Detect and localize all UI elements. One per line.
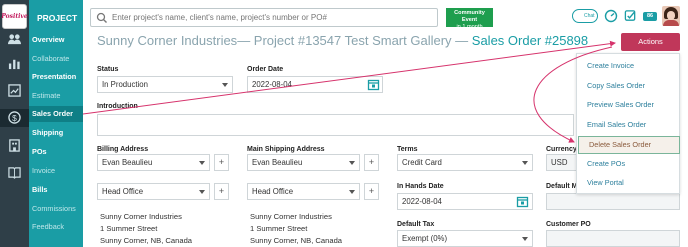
terms-select[interactable]: Credit Card [397,154,533,171]
menu-item-preview-sales-order[interactable]: Preview Sales Order [577,97,681,113]
sidebar-item-feedback[interactable]: Feedback [32,219,110,235]
billing-location-value: Head Office [102,187,144,196]
book-icon[interactable] [7,166,22,179]
sidebar-item-collaborate[interactable]: Collaborate [32,51,110,67]
default-margin-field[interactable] [546,193,680,210]
shipping-location-select[interactable]: Head Office [247,183,360,200]
status-label: Status [97,66,119,73]
billing-contact-select[interactable]: Evan Beaulieu [97,154,210,171]
notification-badge[interactable]: 86 [643,12,657,21]
chevron-down-icon [199,161,205,165]
billing-address-label: Billing Address [97,146,149,153]
chevron-down-icon [349,161,355,165]
actions-dropdown-menu: Create Invoice Copy Sales Order Preview … [576,53,680,194]
order-date-label: Order Date [247,66,284,73]
terms-value: Credit Card [402,158,442,167]
company-name[interactable]: Sunny Corner Industries [97,33,237,48]
chat-button[interactable]: Chat [572,9,598,23]
building-icon[interactable] [7,139,22,152]
chevron-down-icon [222,83,228,87]
currency-value: USD [551,158,568,167]
shipping-address-text: Sunny Corner Industries 1 Summer Street … [250,211,342,247]
chevron-down-icon [349,190,355,194]
in-hands-date-label: In Hands Date [397,183,444,190]
shipping-location-value: Head Office [252,187,294,196]
menu-item-create-pos[interactable]: Create POs [577,156,681,172]
default-tax-select[interactable]: Exempt (0%) [397,230,533,247]
add-shipping-contact-button[interactable]: + [364,154,379,171]
customer-po-label: Customer PO [546,221,591,228]
currency-label: Currency [546,146,577,153]
in-hands-date-value: 2022-08-04 [402,197,442,206]
shipping-address-line: Sunny Corner, NB, Canada [250,236,343,245]
people-icon[interactable] [7,33,22,46]
shipping-address-line: Sunny Corner Industries [250,212,332,221]
chevron-down-icon [522,237,528,241]
default-tax-label: Default Tax [397,221,435,228]
chevron-down-icon [199,190,205,194]
event-subtitle: in 1 month [456,24,483,30]
community-event-button[interactable]: Community Event in 1 month [446,8,493,30]
menu-item-email-sales-order[interactable]: Email Sales Order [577,117,681,133]
dashboard-gauge-icon[interactable] [604,9,618,23]
sidebar-title: PROJECT [37,13,78,23]
add-billing-contact-button[interactable]: + [214,154,229,171]
status-value: In Production [102,80,148,89]
report-icon[interactable] [7,84,22,97]
actions-button[interactable]: Actions [621,33,680,51]
task-check-icon[interactable] [624,9,637,23]
introduction-input[interactable] [97,114,574,136]
company-logo[interactable]: Positive [1,4,28,29]
calendar-icon[interactable] [367,78,380,91]
customer-po-field[interactable] [546,230,680,247]
status-select[interactable]: In Production [97,76,233,93]
add-billing-location-button[interactable]: + [214,183,229,200]
sidebar-item-sales-order[interactable]: Sales Order [29,106,83,122]
billing-address-line: Sunny Corner Industries [100,212,182,221]
dollar-icon[interactable]: $ [0,109,29,127]
billing-address-line: 1 Summer Street [100,224,158,233]
app-window: Positive $ PROJECT Overview Collaborate … [0,0,688,247]
shipping-address-line: 1 Summer Street [250,224,308,233]
chart-icon[interactable] [7,57,22,70]
billing-address-text: Sunny Corner Industries 1 Summer Street … [100,211,192,247]
chevron-down-icon [522,161,528,165]
user-avatar[interactable] [662,6,680,26]
project-label[interactable]: — Project #13547 Test Smart Gallery — [237,33,468,48]
billing-address-line: Sunny Corner, NB, Canada [100,236,193,245]
introduction-label: Introduction [97,103,138,110]
search-input[interactable] [112,13,432,22]
shipping-contact-select[interactable]: Evan Beaulieu [247,154,360,171]
menu-item-delete-sales-order[interactable]: Delete Sales Order [578,136,680,154]
icon-rail: Positive $ [0,0,29,247]
menu-item-create-invoice[interactable]: Create Invoice [577,58,681,74]
search-icon [96,12,107,23]
sales-order-number: Sales Order #25898 [471,33,589,48]
menu-item-copy-sales-order[interactable]: Copy Sales Order [577,78,681,94]
terms-label: Terms [397,146,418,153]
in-hands-date-field[interactable]: 2022-08-04 [397,193,533,210]
main-shipping-address-label: Main Shipping Address [247,146,325,153]
calendar-icon[interactable] [516,195,529,208]
svg-text:$: $ [12,113,17,123]
order-date-field[interactable]: 2022-08-04 [247,76,383,93]
add-shipping-location-button[interactable]: + [364,183,379,200]
chat-label: Chat [584,13,595,19]
shipping-contact-value: Evan Beaulieu [252,158,303,167]
order-date-value: 2022-08-04 [252,80,292,89]
billing-contact-value: Evan Beaulieu [102,158,153,167]
event-title: Community Event [454,10,485,23]
billing-location-select[interactable]: Head Office [97,183,210,200]
page-title: Sunny Corner Industries— Project #13547 … [97,33,588,48]
global-search[interactable] [90,8,438,27]
menu-item-view-portal[interactable]: View Portal [577,175,681,191]
sidebar-item-commissions[interactable]: Commissions [32,201,110,217]
default-tax-value: Exempt (0%) [402,234,448,243]
